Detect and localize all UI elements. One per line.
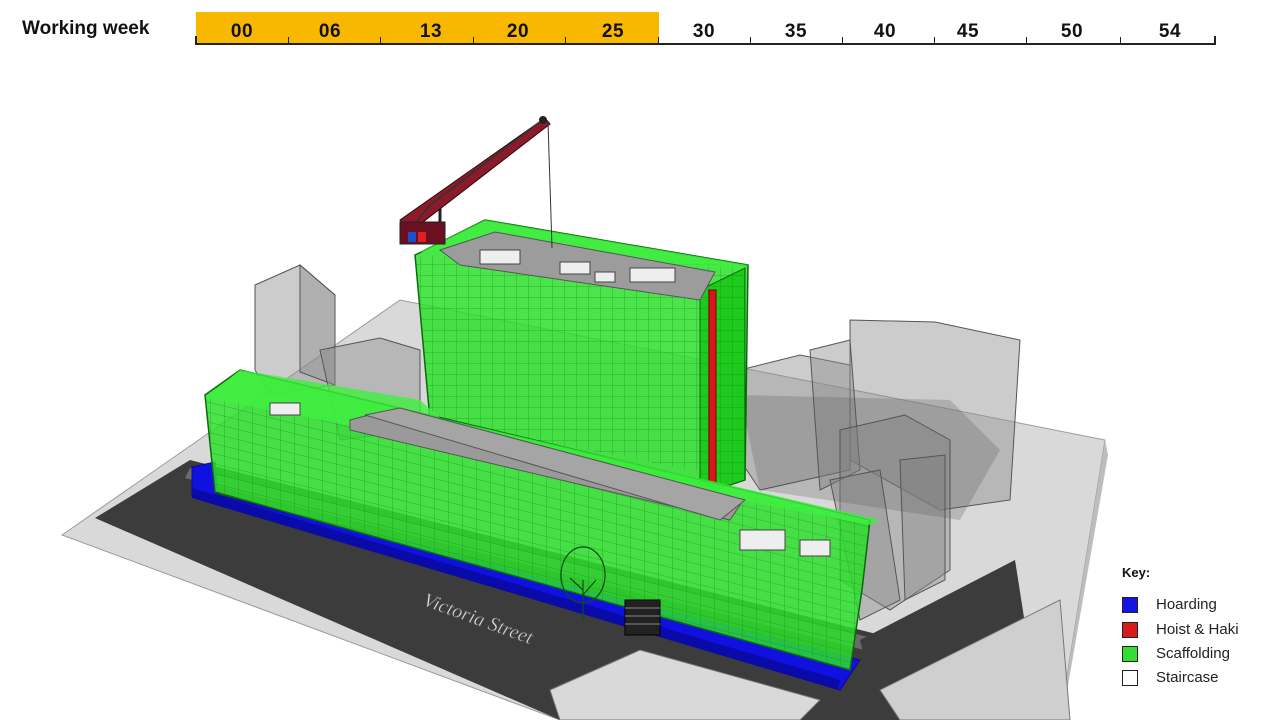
timeline-tick xyxy=(380,37,381,44)
key-label-hoarding: Hoarding xyxy=(1156,596,1217,613)
week-label-54: 54 xyxy=(1158,21,1182,42)
week-label-50: 50 xyxy=(1060,21,1084,42)
hoist-swatch xyxy=(1122,622,1138,638)
timeline-title: Working week xyxy=(22,18,150,39)
timeline-end-cap xyxy=(1214,36,1216,45)
hoarding-swatch xyxy=(1122,597,1138,613)
week-label-30: 30 xyxy=(692,21,716,42)
week-label-35: 35 xyxy=(784,21,808,42)
timeline-tick xyxy=(1120,37,1121,44)
timeline-tick xyxy=(842,37,843,44)
key-label-staircase: Staircase xyxy=(1156,669,1219,686)
timeline-tick xyxy=(1026,37,1027,44)
construction-site-model: Victoria Street xyxy=(60,116,1108,720)
staircase-icon xyxy=(624,599,661,636)
staircase-swatch xyxy=(1122,670,1138,686)
scaffolding-swatch xyxy=(1122,646,1138,662)
hoist-and-haki xyxy=(708,289,717,486)
timeline-tick xyxy=(750,37,751,44)
working-week-timeline: Working week 00 06 13 20 25 30 35 40 45 … xyxy=(0,0,1280,60)
key-title: Key: xyxy=(1122,565,1151,580)
key-label-scaffolding: Scaffolding xyxy=(1156,645,1230,662)
week-label-45: 45 xyxy=(956,21,980,42)
week-label-25: 25 xyxy=(601,21,625,42)
key-label-hoist: Hoist & Haki xyxy=(1156,621,1239,638)
week-label-00: 00 xyxy=(230,21,254,42)
timeline-tick xyxy=(288,37,289,44)
timeline-axis xyxy=(195,43,1215,45)
legend-key: Key: Hoarding Hoist & Haki Scaffolding S… xyxy=(1122,565,1272,695)
week-label-13: 13 xyxy=(419,21,443,42)
week-label-40: 40 xyxy=(873,21,897,42)
timeline-start-cap xyxy=(195,36,197,45)
timeline-tick xyxy=(565,37,566,44)
week-label-06: 06 xyxy=(318,21,342,42)
timeline-tick xyxy=(473,37,474,44)
timeline-tick xyxy=(934,37,935,44)
timeline-tick xyxy=(658,37,659,44)
week-label-20: 20 xyxy=(506,21,530,42)
